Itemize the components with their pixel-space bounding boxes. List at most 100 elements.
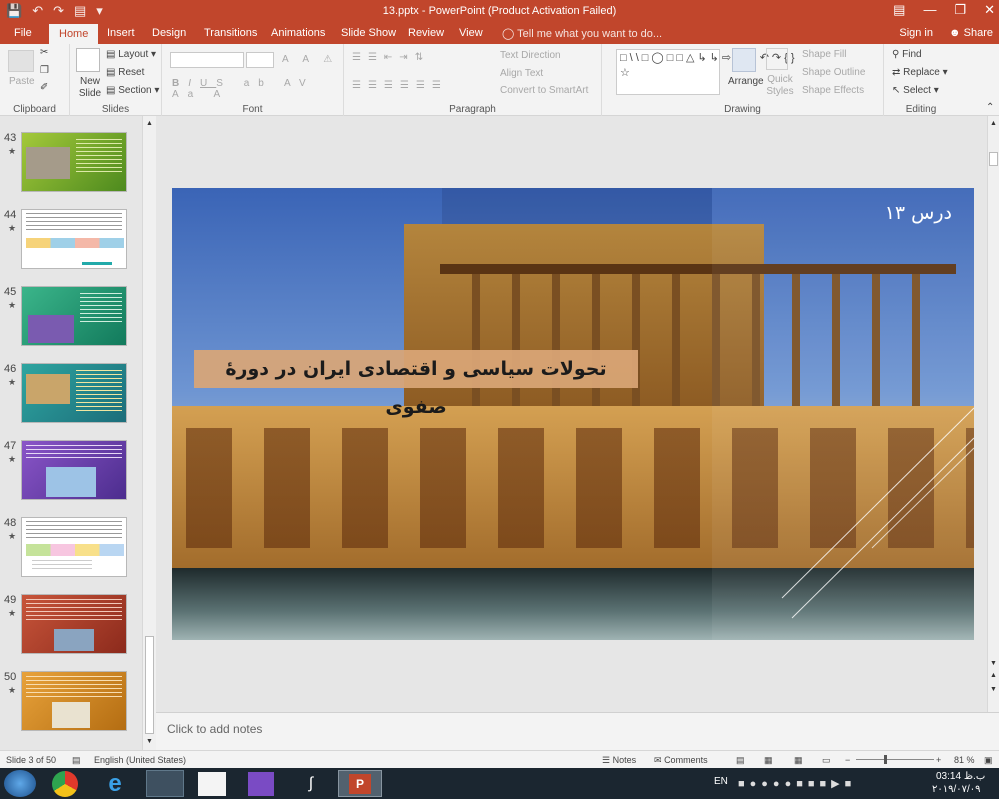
scroll-thumb[interactable] <box>145 636 154 734</box>
editor-scrollbar[interactable]: ▲ ▼ ▲ ▼ <box>987 116 999 712</box>
zoom-out-icon[interactable]: − <box>845 755 850 765</box>
zoom-in-icon[interactable]: + <box>936 755 941 765</box>
file-explorer-icon[interactable] <box>146 770 184 797</box>
notes-placeholder[interactable]: Click to add notes <box>167 722 262 736</box>
cut-icon[interactable]: ✂ <box>40 47 48 58</box>
notes-toggle[interactable]: ☰ Notes <box>602 755 636 766</box>
reset-button[interactable]: ▤ Reset <box>106 67 144 78</box>
spell-check-icon[interactable]: ▤ <box>72 755 81 766</box>
scroll-thumb[interactable] <box>989 152 998 166</box>
next-slide-icon[interactable]: ▼ <box>990 686 997 693</box>
slide-thumbnail[interactable]: 45 ★ <box>0 286 150 356</box>
bluetooth-icon[interactable]: ∫ <box>300 772 322 796</box>
thumbnail-image <box>21 671 127 731</box>
arrange-icon[interactable] <box>732 48 756 72</box>
share-button[interactable]: ☻ Share <box>949 27 993 39</box>
visual-studio-icon[interactable] <box>248 772 274 796</box>
slide-thumbnail[interactable]: 50 ★ <box>0 671 150 741</box>
section-button[interactable]: ▤ Section ▾ <box>106 85 159 96</box>
maximize-button[interactable]: ❐ <box>954 2 966 18</box>
layout-button[interactable]: ▤ Layout ▾ <box>106 49 156 60</box>
tab-insert[interactable]: Insert <box>107 27 135 39</box>
select-button[interactable]: ↖ Select ▾ <box>892 85 939 96</box>
shape-effects-button[interactable]: Shape Effects <box>802 85 864 96</box>
align-text-button[interactable]: Align Text <box>500 68 543 79</box>
reading-view-icon[interactable]: ▦ <box>794 755 803 766</box>
minimize-button[interactable]: — <box>923 2 936 18</box>
slide-sorter-icon[interactable]: ▦ <box>764 755 773 766</box>
ribbon-display-options-icon[interactable]: ▤ <box>893 2 905 18</box>
fit-to-window-icon[interactable]: ▣ <box>984 755 993 766</box>
internet-explorer-icon[interactable]: e <box>102 771 128 797</box>
collapse-ribbon-icon[interactable]: ⌃ <box>986 102 994 113</box>
lightbulb-icon: ◯ <box>502 28 515 40</box>
zoom-slider[interactable] <box>856 759 934 760</box>
font-size-input[interactable] <box>246 52 274 68</box>
slide-thumbnail[interactable]: 44 ★ <box>0 209 150 279</box>
scroll-down-icon[interactable]: ▼ <box>146 738 153 745</box>
chrome-icon[interactable] <box>52 771 78 797</box>
close-button[interactable]: ✕ <box>984 2 995 18</box>
replace-button[interactable]: ⇄ Replace ▾ <box>892 67 948 78</box>
font-name-input[interactable] <box>170 52 244 68</box>
new-slide-button[interactable]: New Slide <box>75 76 105 100</box>
tab-view[interactable]: View <box>459 27 483 39</box>
comments-toggle[interactable]: ✉ Comments <box>654 755 708 766</box>
clock-time[interactable]: 03:14 ب.ظ <box>936 771 985 782</box>
convert-smartart-button[interactable]: Convert to SmartArt <box>500 85 588 96</box>
slide-thumbnail[interactable]: 49 ★ <box>0 594 150 664</box>
find-button[interactable]: ⚲ Find <box>892 49 922 60</box>
font-group: A A ⚠ BIUS ab AV Aa A Font <box>162 44 344 116</box>
tab-review[interactable]: Review <box>408 27 444 39</box>
slide-thumbnail[interactable]: 43 ★ <box>0 132 150 202</box>
paste-icon[interactable] <box>8 50 34 72</box>
tell-me-box[interactable]: ◯ Tell me what you want to do... <box>502 27 662 40</box>
start-button[interactable] <box>4 770 36 797</box>
animation-star-icon: ★ <box>8 146 17 156</box>
tab-transitions[interactable]: Transitions <box>204 27 257 39</box>
list-buttons[interactable]: ☰☰⇤⇥⇅ <box>352 52 430 63</box>
zoom-slider-thumb[interactable] <box>884 755 887 764</box>
paste-button[interactable]: Paste <box>9 76 35 87</box>
thumbnails-scrollbar[interactable]: ▲ ▼ <box>142 116 156 750</box>
zoom-level[interactable]: 81 % <box>954 755 975 765</box>
shape-outline-button[interactable]: Shape Outline <box>802 67 865 78</box>
media-player-icon[interactable] <box>198 772 226 796</box>
slideshow-icon[interactable]: ▭ <box>822 755 831 766</box>
format-painter-icon[interactable]: ✐ <box>40 82 48 93</box>
current-slide[interactable]: تحولات سیاسی و اقتصادی ایران در دورهٔ صف… <box>172 188 974 640</box>
quick-styles-button[interactable]: Quick Styles <box>765 74 795 98</box>
tab-file[interactable]: File <box>14 27 32 39</box>
normal-view-icon[interactable]: ▤ <box>736 755 745 766</box>
slide-thumbnail[interactable]: 46 ★ <box>0 363 150 433</box>
language-indicator[interactable]: English (United States) <box>94 755 186 765</box>
arrange-button[interactable]: Arrange <box>728 76 764 87</box>
shapes-gallery[interactable]: □\\□◯□□△↳↳⇨⇩▣↶↷{}☆ <box>616 49 795 95</box>
font-size-controls[interactable]: A A ⚠ <box>282 54 338 65</box>
tab-design[interactable]: Design <box>152 27 186 39</box>
powerpoint-taskbar-button[interactable]: P <box>338 770 382 797</box>
system-tray-icons[interactable]: ■●●●●■■■▶■ <box>738 777 923 791</box>
scroll-up-icon[interactable]: ▲ <box>146 120 153 127</box>
font-format-buttons[interactable]: BIUS ab AV Aa A <box>172 78 343 100</box>
sign-in-link[interactable]: Sign in <box>899 27 933 39</box>
align-buttons[interactable]: ☰☰☰☰☰☰ <box>352 80 448 91</box>
clock-date[interactable]: ٢٠١٩/٠٧/٠٩ <box>932 784 981 795</box>
tab-slide-show[interactable]: Slide Show <box>341 27 396 39</box>
quick-styles-icon[interactable] <box>766 48 788 70</box>
scroll-down-icon[interactable]: ▼ <box>990 660 997 667</box>
slide-thumbnail[interactable]: 47 ★ <box>0 440 150 510</box>
scroll-up-icon[interactable]: ▲ <box>990 120 997 127</box>
notes-pane[interactable]: Click to add notes <box>156 712 999 750</box>
tab-animations[interactable]: Animations <box>271 27 325 39</box>
slide-thumbnail[interactable]: 48 ★ <box>0 517 150 587</box>
tab-home[interactable]: Home <box>49 24 99 44</box>
shape-fill-button[interactable]: Shape Fill <box>802 49 846 60</box>
copy-icon[interactable]: ❐ <box>40 65 49 76</box>
previous-slide-icon[interactable]: ▲ <box>990 672 997 679</box>
input-language[interactable]: EN <box>714 776 728 787</box>
new-slide-icon[interactable] <box>76 48 100 72</box>
slide-title[interactable]: تحولات سیاسی و اقتصادی ایران در دورهٔ صف… <box>194 350 638 418</box>
lesson-label[interactable]: درس ١٣ <box>842 202 952 224</box>
text-direction-button[interactable]: Text Direction <box>500 50 561 61</box>
